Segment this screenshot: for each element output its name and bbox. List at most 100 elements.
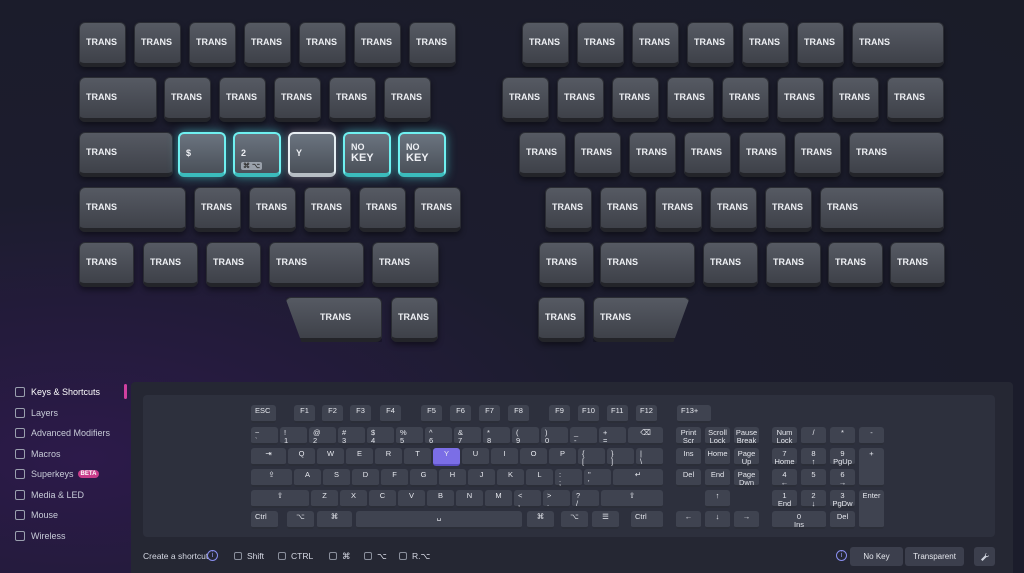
no-key-button[interactable]: No Key	[850, 547, 903, 566]
key-no-key-selected[interactable]: NO KEY	[398, 132, 446, 177]
key-right-r4-c5[interactable]: TRANS	[890, 242, 945, 287]
std-key-r1-c12[interactable]: + =	[599, 427, 626, 445]
std-key-r1-c7[interactable]: & 7	[454, 427, 481, 445]
std-key-r3-c9[interactable]: L	[526, 469, 553, 487]
std-key-r1-c0[interactable]: ~ `	[251, 427, 278, 445]
key-right-r2-c5[interactable]: TRANS	[794, 132, 841, 177]
wrench-icon[interactable]	[974, 547, 995, 566]
std-key-r0-c7[interactable]: F7	[479, 405, 500, 423]
std-key-r1-c11[interactable]: _ -	[570, 427, 597, 445]
std-key-r1-c5[interactable]: % 5	[396, 427, 423, 445]
key-left-r0-c2[interactable]: TRANS	[189, 22, 236, 67]
key-right-r1-c3[interactable]: TRANS	[667, 77, 714, 122]
key-left-r3-c3[interactable]: TRANS	[304, 187, 351, 232]
nav-key-5[interactable]: Page Up	[734, 448, 759, 466]
std-key-r4-c5[interactable]: B	[427, 490, 454, 508]
key-right-r0-c3[interactable]: TRANS	[687, 22, 734, 67]
key-right-r1-c2[interactable]: TRANS	[612, 77, 659, 122]
std-key-r4-c4[interactable]: V	[398, 490, 425, 508]
std-key-r2-c3[interactable]: E	[346, 448, 373, 466]
key-right-r0-c0[interactable]: TRANS	[522, 22, 569, 67]
std-key-r2-c9[interactable]: O	[520, 448, 547, 466]
std-key-r3-c11[interactable]: " '	[584, 469, 611, 487]
numpad-key-14[interactable]: Enter	[859, 490, 884, 529]
sidebar-item-keys-shortcuts[interactable]: Keys & Shortcuts	[10, 382, 126, 403]
std-key-r0-c11[interactable]: F11	[607, 405, 628, 423]
key-left-r0-c3[interactable]: TRANS	[244, 22, 291, 67]
std-key-r4-c6[interactable]: N	[456, 490, 483, 508]
key-right-r3-c3[interactable]: TRANS	[710, 187, 757, 232]
std-key-r3-c4[interactable]: F	[381, 469, 408, 487]
std-key-r4-c0[interactable]: ⇧	[251, 490, 309, 508]
std-key-r3-c7[interactable]: J	[468, 469, 495, 487]
sidebar-item-wireless[interactable]: Wireless	[10, 526, 126, 547]
std-key-r4-c3[interactable]: C	[369, 490, 396, 508]
std-key-r2-c12[interactable]: } ]	[607, 448, 634, 466]
key-right-r0-c6[interactable]: TRANS	[852, 22, 944, 67]
nav-key-10[interactable]: ←	[676, 511, 701, 529]
numpad-key-16[interactable]: Del	[830, 511, 855, 529]
info-icon[interactable]: i	[836, 550, 847, 561]
key-left-r1-c4[interactable]: TRANS	[329, 77, 376, 122]
numpad-key-2[interactable]: *	[830, 427, 855, 445]
sidebar-item-advanced-modifiers[interactable]: Advanced Modifiers	[10, 423, 126, 444]
std-key-r1-c13[interactable]: ⌫	[628, 427, 663, 445]
key-right-r3-c0[interactable]: TRANS	[545, 187, 592, 232]
nav-key-6[interactable]: Del	[676, 469, 701, 487]
key-right-r4-c4[interactable]: TRANS	[828, 242, 883, 287]
nav-key-7[interactable]: End	[705, 469, 730, 487]
key-left-r4-c2[interactable]: TRANS	[206, 242, 261, 287]
key-right-r0-c1[interactable]: TRANS	[577, 22, 624, 67]
key-left-r1-c5[interactable]: TRANS	[384, 77, 431, 122]
ralt-checkbox[interactable]	[399, 552, 407, 560]
key-left-r1-c2[interactable]: TRANS	[219, 77, 266, 122]
key-right-r4-c1[interactable]: TRANS	[600, 242, 695, 287]
key-left-r2-c0[interactable]: TRANS	[79, 132, 173, 177]
std-key-r4-c7[interactable]: M	[485, 490, 512, 508]
std-key-r3-c0[interactable]: ⇪	[251, 469, 292, 487]
std-key-r5-c2[interactable]: ⌘	[317, 511, 352, 529]
nav-key-4[interactable]: Home	[705, 448, 730, 466]
std-key-r2-c1[interactable]: Q	[288, 448, 315, 466]
nav-key-3[interactable]: Ins	[676, 448, 701, 466]
std-key-r1-c2[interactable]: @ 2	[309, 427, 336, 445]
key-right-r1-c1[interactable]: TRANS	[557, 77, 604, 122]
key-left-r5-c0[interactable]: TRANS	[285, 297, 382, 342]
key-right-r3-c2[interactable]: TRANS	[655, 187, 702, 232]
key-right-r0-c2[interactable]: TRANS	[632, 22, 679, 67]
sidebar-item-superkeys[interactable]: Superkeys BETA	[10, 464, 126, 485]
nav-key-12[interactable]: →	[734, 511, 759, 529]
std-key-r4-c1[interactable]: Z	[311, 490, 338, 508]
std-key-r4-c9[interactable]: > .	[543, 490, 570, 508]
std-key-r2-c13[interactable]: | \	[636, 448, 663, 466]
key-left-r5-c1[interactable]: TRANS	[391, 297, 438, 342]
nav-key-2[interactable]: Pause Break	[734, 427, 759, 445]
key-left-r4-c0[interactable]: TRANS	[79, 242, 134, 287]
std-key-r1-c6[interactable]: ^ 6	[425, 427, 452, 445]
std-key-r0-c2[interactable]: F2	[322, 405, 343, 423]
std-key-r1-c3[interactable]: # 3	[338, 427, 365, 445]
key-2-selected[interactable]: 2 ⌘ ⌥	[233, 132, 281, 177]
key-right-r0-c5[interactable]: TRANS	[797, 22, 844, 67]
key-left-r4-c3[interactable]: TRANS	[269, 242, 364, 287]
std-key-r3-c10[interactable]: : ;	[555, 469, 582, 487]
std-key-r3-c6[interactable]: H	[439, 469, 466, 487]
numpad-key-10[interactable]: 6 →	[830, 469, 855, 487]
std-key-r0-c12[interactable]: F12	[636, 405, 657, 423]
std-key-r2-c8[interactable]: I	[491, 448, 518, 466]
key-left-r0-c5[interactable]: TRANS	[354, 22, 401, 67]
key-left-r3-c2[interactable]: TRANS	[249, 187, 296, 232]
std-key-r3-c12[interactable]: ↵	[613, 469, 663, 487]
key-right-r4-c0[interactable]: TRANS	[539, 242, 594, 287]
std-key-r0-c5[interactable]: F5	[421, 405, 442, 423]
key-right-r1-c5[interactable]: TRANS	[777, 77, 824, 122]
key-left-r3-c1[interactable]: TRANS	[194, 187, 241, 232]
numpad-key-4[interactable]: 7 Home	[772, 448, 797, 466]
std-key-r0-c1[interactable]: F1	[294, 405, 315, 423]
std-key-r0-c10[interactable]: F10	[578, 405, 599, 423]
key-right-r0-c4[interactable]: TRANS	[742, 22, 789, 67]
std-key-r1-c10[interactable]: ) 0	[541, 427, 568, 445]
std-key-r2-c7[interactable]: U	[462, 448, 489, 466]
numpad-key-6[interactable]: 9 PgUp	[830, 448, 855, 466]
key-dollar-selected[interactable]: $	[178, 132, 226, 177]
